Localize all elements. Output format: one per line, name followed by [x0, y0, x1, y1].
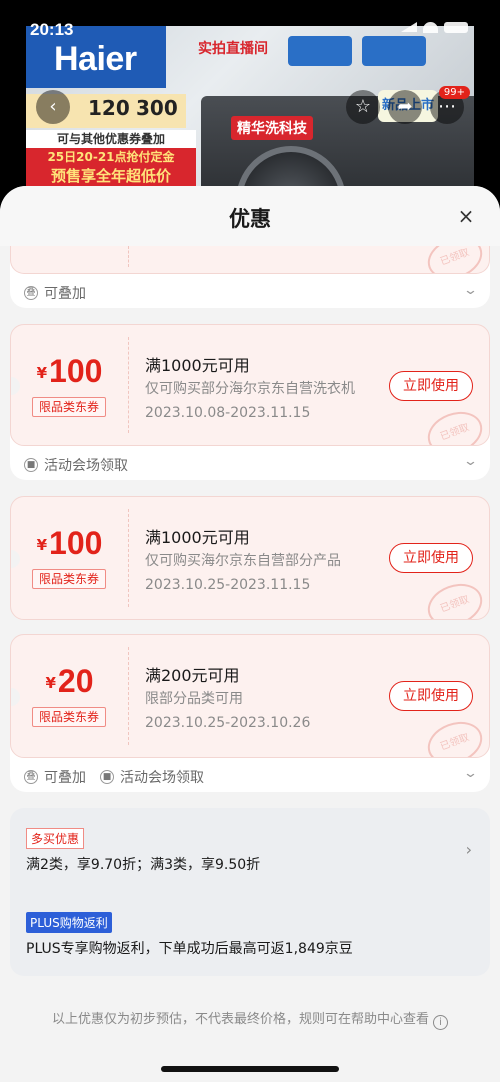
presale-line-2: 预售享全年超低价: [26, 166, 196, 186]
coupon-divider: [128, 246, 129, 267]
coupon-ticket: ¥100 限品类东券 满1000元可用 仅可购买海尔京东自营部分产品 2023.…: [10, 496, 490, 620]
coupon-validity: 2023.10.25-2023.11.15: [145, 577, 311, 593]
status-icons: [401, 22, 468, 33]
coupon-type-tag: 限品类东券: [32, 569, 106, 589]
favorite-icon[interactable]: ☆: [346, 90, 380, 124]
chevron-down-icon[interactable]: ⌄: [463, 283, 478, 298]
venue-icon: ■: [24, 458, 38, 472]
sheet-title: 优惠: [229, 207, 271, 231]
stack-icon: 叠: [24, 770, 38, 784]
coupon-divider: [128, 509, 129, 607]
use-now-button[interactable]: 立即使用: [389, 371, 473, 401]
coupon-type-tag: 限品类东券: [32, 397, 106, 417]
coupon-value: 100: [49, 525, 103, 561]
coupon-card: ¥100 限品类东券 满1000元可用 仅可购买部分海尔京东自营洗衣机 2023…: [10, 324, 490, 480]
coupon-divider: [128, 337, 129, 433]
venue-icon: ■: [100, 770, 114, 784]
coupon-type-tag: 限品类东券: [32, 707, 106, 727]
coupon-footer: 叠 可叠加 ■ 活动会场领取: [24, 767, 204, 787]
disclaimer-text: 以上优惠仅为初步预估，不代表最终价格，规则可在帮助中心查看: [51, 1012, 429, 1027]
coupon-footer: ■ 活动会场领取: [24, 455, 128, 475]
live-label: 实拍直播间: [198, 41, 268, 57]
claimed-stamp: 已领取: [421, 246, 489, 273]
plus-value: 120: [88, 96, 130, 120]
multi-buy-text: 满2类，享9.70折；满3类，享9.50折: [26, 857, 261, 873]
coupon-description: 仅可购买海尔京东自营部分产品: [145, 553, 341, 569]
plus-rebate-tag: PLUS购物返利: [26, 912, 112, 933]
discount-sheet: 优惠 × 已领取 叠 可叠加 ⌄ ¥100 限品类东券 满1000元可用 仅可购…: [0, 186, 500, 1082]
status-time: 20:13: [30, 20, 74, 39]
coupon-description: 限部分品类可用: [145, 691, 243, 707]
info-icon[interactable]: i: [433, 1015, 448, 1030]
signal-icon: [401, 22, 417, 32]
disclaimer: 以上优惠仅为初步预估，不代表最终价格，规则可在帮助中心查看 i: [0, 1008, 500, 1030]
promotions-box[interactable]: 多买优惠 满2类，享9.70折；满3类，享9.50折 › PLUS购物返利 PL…: [10, 808, 490, 976]
wifi-icon: [423, 22, 438, 33]
currency-symbol: ¥: [45, 674, 56, 692]
back-icon[interactable]: ‹: [36, 90, 70, 124]
banner-tagline: 可与其他优惠券叠加: [26, 130, 196, 148]
close-button[interactable]: ×: [454, 204, 478, 228]
feature-badge: [288, 36, 352, 66]
cart-badge: 99+: [438, 86, 470, 99]
plus-value: 300: [136, 96, 178, 120]
footer-label: 可叠加: [44, 286, 86, 302]
currency-symbol: ¥: [36, 536, 48, 554]
coupon-condition: 满200元可用: [145, 666, 240, 685]
sheet-header: 优惠 ×: [0, 186, 500, 246]
claimed-stamp: 已领取: [421, 714, 489, 757]
coupon-ticket: 已领取: [10, 246, 490, 274]
coupon-card: ¥20 限品类东券 满200元可用 限部分品类可用 2023.10.25-202…: [10, 634, 490, 792]
footer-label: 可叠加: [44, 770, 86, 786]
coupon-condition: 满1000元可用: [145, 356, 250, 375]
battery-icon: [444, 22, 468, 33]
coupon-ticket: ¥100 限品类东券 满1000元可用 仅可购买部分海尔京东自营洗衣机 2023…: [10, 324, 490, 446]
chevron-down-icon[interactable]: ⌄: [463, 454, 478, 469]
coupon-description: 仅可购买部分海尔京东自营洗衣机: [145, 381, 355, 397]
footer-label: 活动会场领取: [120, 770, 204, 786]
use-now-button[interactable]: 立即使用: [389, 543, 473, 573]
coupon-divider: [128, 647, 129, 745]
use-now-button[interactable]: 立即使用: [389, 681, 473, 711]
presale-line-1: 25日20-21点抢付定金: [26, 148, 196, 166]
currency-symbol: ¥: [36, 364, 48, 382]
footer-label: 活动会场领取: [44, 458, 128, 474]
coupon-condition: 满1000元可用: [145, 528, 250, 547]
tech-tag: 精华洗科技: [231, 116, 313, 140]
coupon-value: 20: [57, 663, 94, 699]
chevron-down-icon[interactable]: ⌄: [463, 766, 478, 781]
coupon-card-partial: 已领取 叠 可叠加 ⌄: [10, 246, 490, 308]
coupon-amount: ¥100: [11, 353, 128, 390]
claimed-stamp: 已领取: [421, 576, 489, 619]
coupon-validity: 2023.10.08-2023.11.15: [145, 405, 311, 421]
stack-icon: 叠: [24, 286, 38, 300]
coupon-card: ¥100 限品类东券 满1000元可用 仅可购买海尔京东自营部分产品 2023.…: [10, 496, 490, 620]
coupon-value: 100: [49, 353, 103, 389]
coupon-footer: 叠 可叠加: [24, 283, 86, 303]
claimed-stamp: 已领取: [421, 404, 489, 445]
plus-rebate-text: PLUS专享购物返利，下单成功后最高可返1,849京豆: [26, 941, 353, 957]
coupon-amount: ¥100: [11, 525, 128, 562]
coupon-validity: 2023.10.25-2023.10.26: [145, 715, 311, 731]
coupon-ticket: ¥20 限品类东券 满200元可用 限部分品类可用 2023.10.25-202…: [10, 634, 490, 758]
share-icon[interactable]: ➦: [388, 90, 422, 124]
home-indicator[interactable]: [161, 1066, 339, 1072]
chevron-right-icon[interactable]: ›: [466, 840, 472, 859]
multi-buy-tag: 多买优惠: [26, 828, 85, 849]
feature-badge: [362, 36, 426, 66]
coupon-amount: ¥20: [11, 663, 128, 700]
